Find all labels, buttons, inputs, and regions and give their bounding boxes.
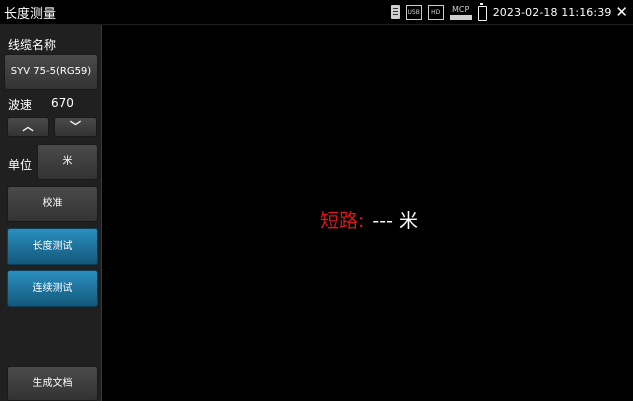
velocity-up-button[interactable]: ︿ <box>7 117 49 137</box>
velocity-label: 波速 <box>8 98 33 112</box>
mcp-icon-label: MCP <box>452 4 470 14</box>
generate-document-button[interactable]: 生成文档 <box>7 366 98 401</box>
datetime: 2023-02-18 11:16:39 <box>492 5 612 19</box>
continuous-test-button[interactable]: 连续测试 <box>7 270 98 307</box>
length-test-button[interactable]: 长度测试 <box>7 228 98 265</box>
cable-name-select[interactable]: SYV 75-5(RG59) <box>4 54 98 90</box>
sidebar: 线缆名称 SYV 75-5(RG59) 波速 670 ︿ ﹀ 单位 米 校准 长… <box>0 25 102 401</box>
measurement-result: 短路: --- 米 <box>320 206 418 233</box>
usb-storage-icon: USB <box>405 4 422 20</box>
chevron-up-icon: ︿ <box>22 120 34 133</box>
close-icon[interactable]: ✕ <box>615 5 628 20</box>
short-circuit-label: 短路: <box>320 210 365 232</box>
unit-select[interactable]: 米 <box>37 144 98 180</box>
status-bar: USB HD MCP 2023-02-18 11:16:39 ✕ <box>390 2 628 21</box>
cable-name-label: 线缆名称 <box>8 38 57 52</box>
battery-icon <box>477 2 487 21</box>
sd-card-icon <box>390 5 400 19</box>
calibrate-button[interactable]: 校准 <box>7 186 98 222</box>
calibrate-label: 校准 <box>42 198 63 209</box>
unit-value: 米 <box>62 156 73 167</box>
generate-document-label: 生成文档 <box>32 378 73 389</box>
velocity-value: 670 <box>51 96 74 110</box>
result-unit: 米 <box>398 210 418 232</box>
result-value: --- <box>372 210 393 232</box>
unit-label: 单位 <box>8 158 33 172</box>
continuous-test-label: 连续测试 <box>32 283 73 294</box>
title-bar: 长度测量 USB HD MCP 2023-02-18 11:16:39 ✕ <box>0 0 633 25</box>
cable-name-value: SYV 75-5(RG59) <box>10 66 92 77</box>
page-title: 长度测量 <box>4 7 57 22</box>
screenshot-icon: HD <box>427 4 444 20</box>
mcp-icon: MCP <box>449 4 472 20</box>
velocity-down-button[interactable]: ﹀ <box>54 117 97 137</box>
length-test-label: 长度测试 <box>32 241 73 252</box>
chevron-down-icon: ﹀ <box>70 120 81 133</box>
